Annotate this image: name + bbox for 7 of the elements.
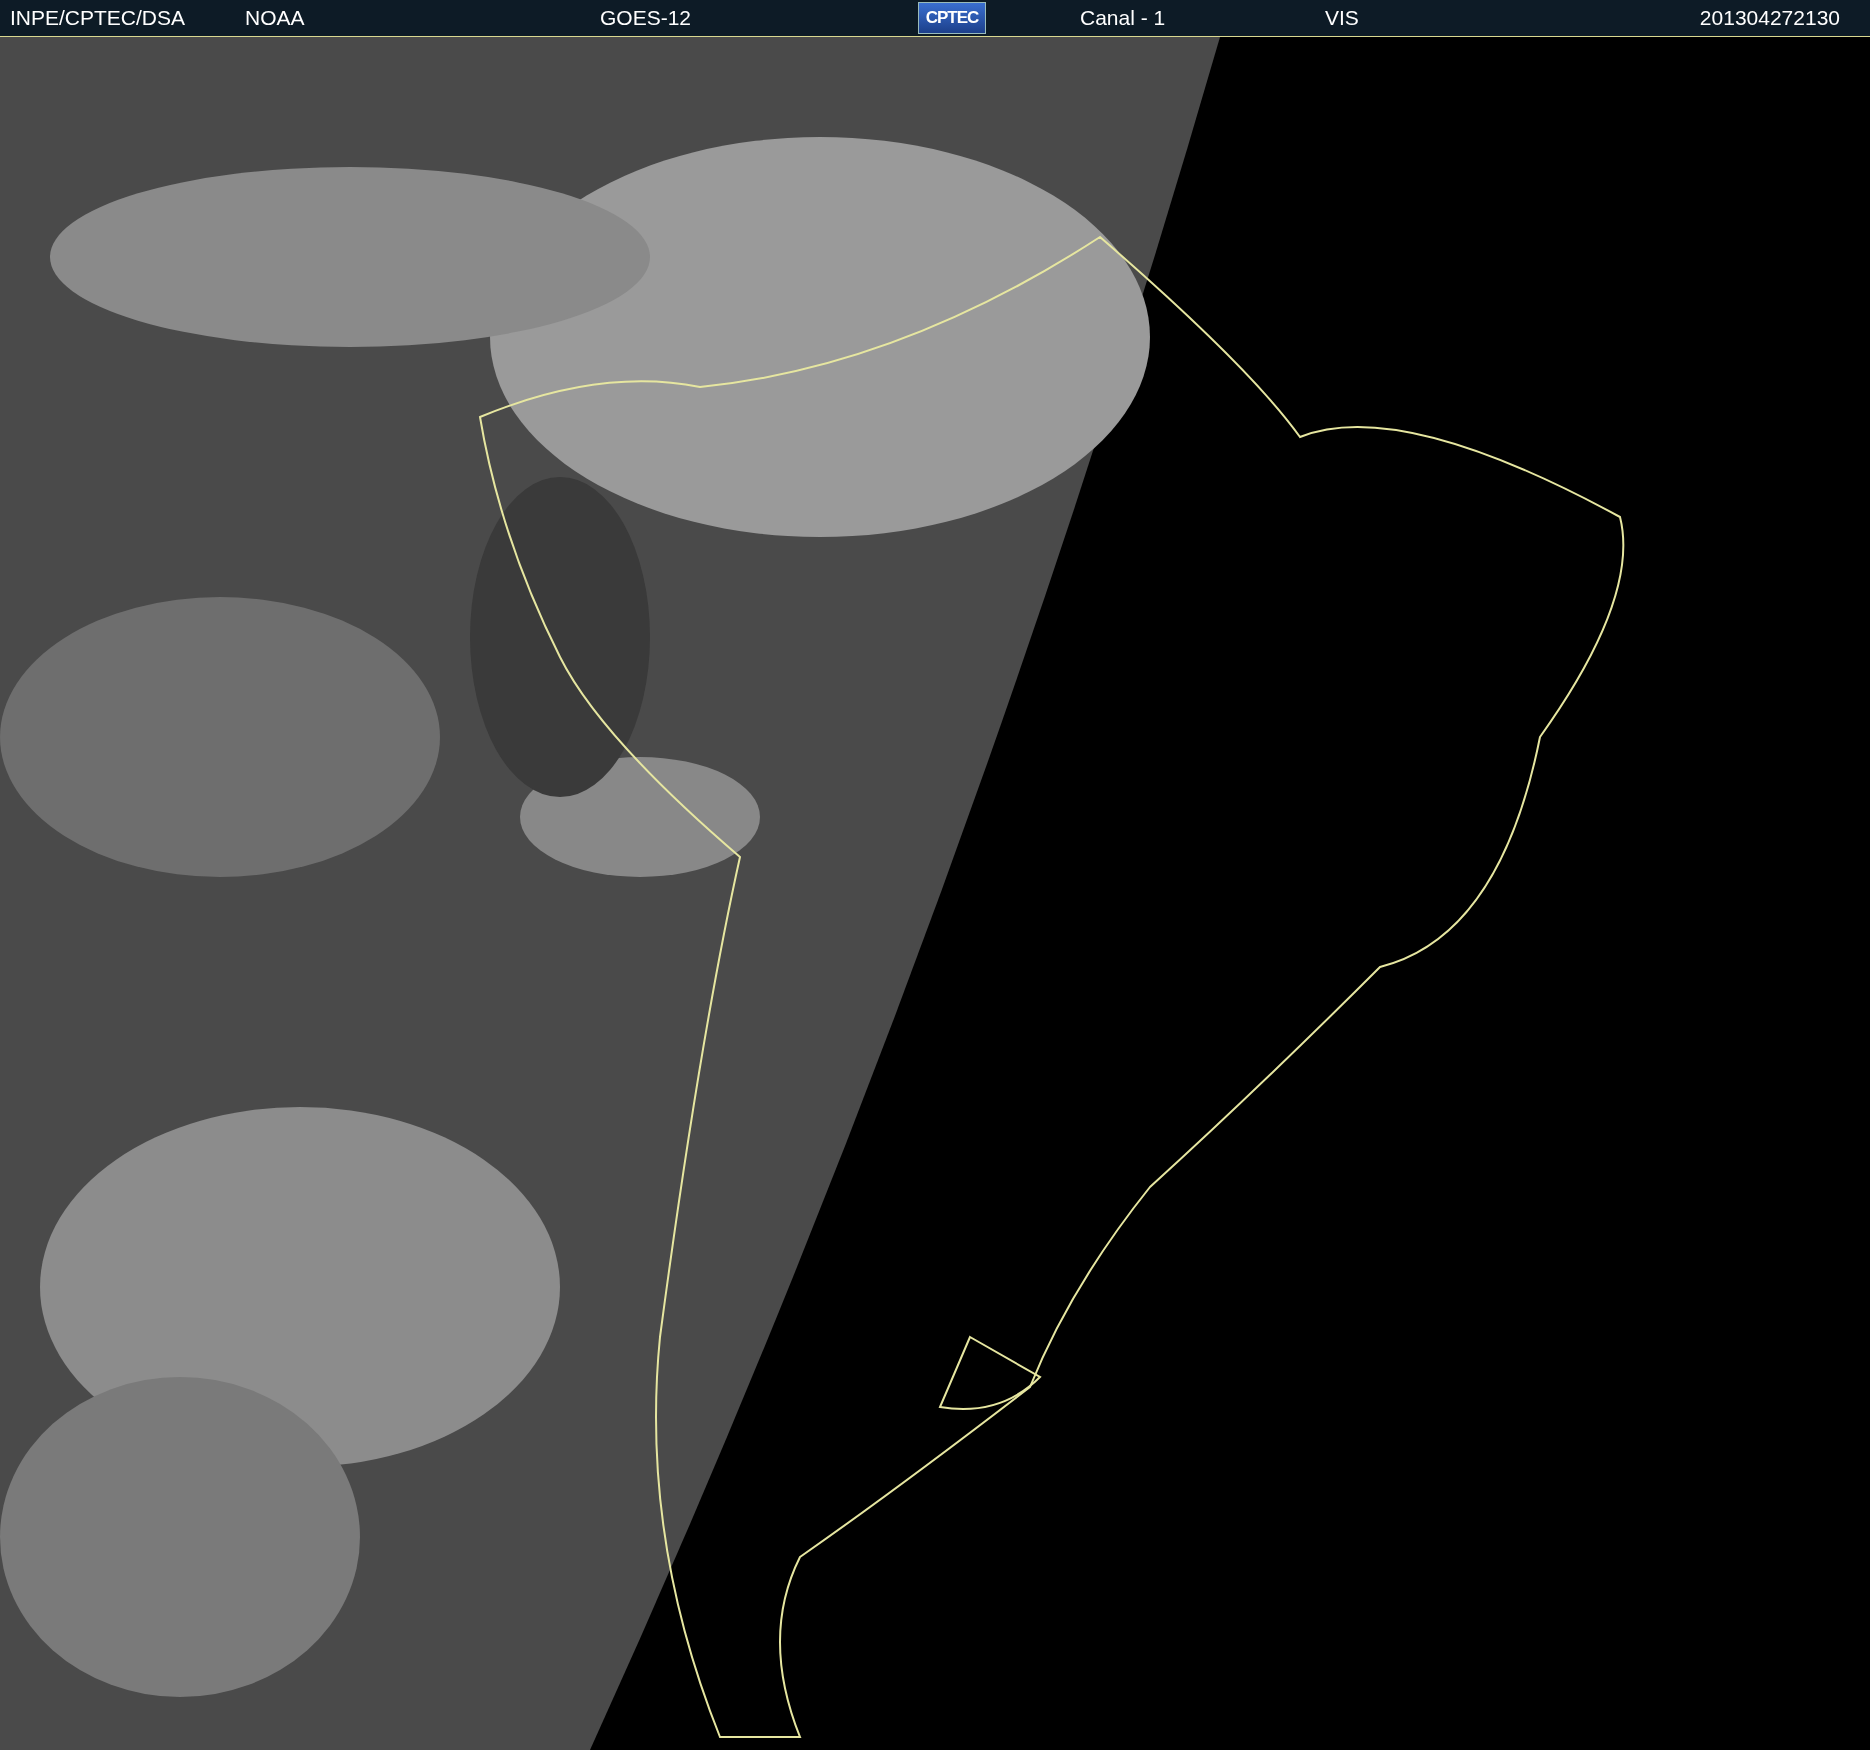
source-label: INPE/CPTEC/DSA — [10, 6, 186, 30]
agency-label: NOAA — [245, 6, 305, 30]
timestamp-label: 201304272130 — [1699, 6, 1840, 30]
logo: CPTEC — [918, 2, 986, 34]
band-label: VIS — [1325, 6, 1359, 30]
channel-label: Canal - 1 — [1080, 6, 1166, 30]
satellite-label: GOES-12 — [600, 6, 692, 30]
